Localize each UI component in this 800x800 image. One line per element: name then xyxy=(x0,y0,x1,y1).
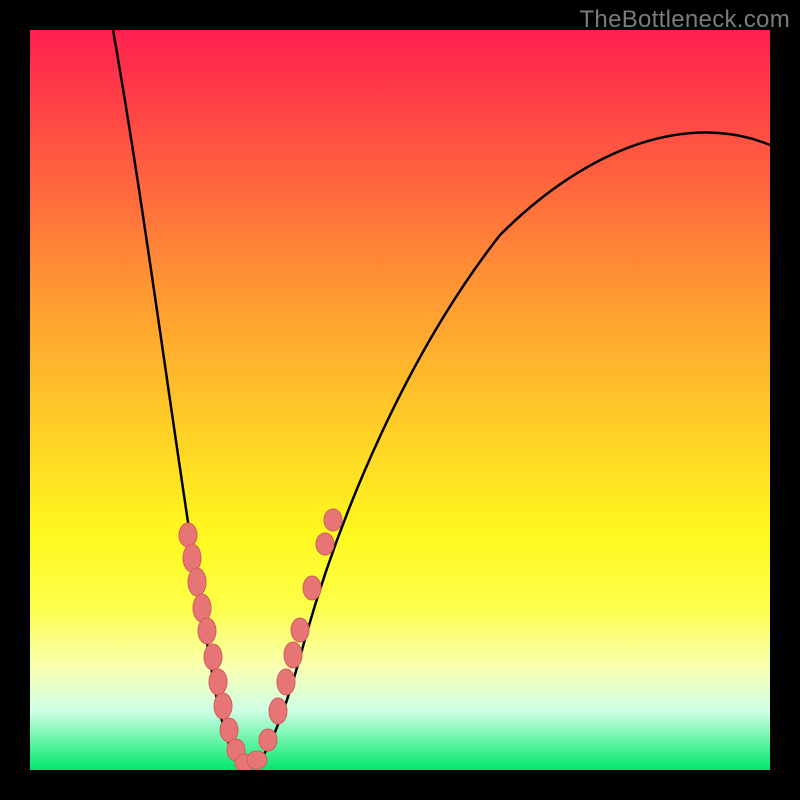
curve-marker xyxy=(316,533,334,555)
chart-svg xyxy=(30,30,770,770)
curve-marker xyxy=(269,698,287,724)
plot-area xyxy=(30,30,770,770)
curve-marker xyxy=(259,729,277,751)
curve-marker xyxy=(277,669,295,695)
curve-marker xyxy=(198,618,216,644)
curve-marker xyxy=(303,576,321,600)
curve-marker xyxy=(204,644,222,670)
curve-marker xyxy=(324,509,342,531)
marker-layer xyxy=(179,509,342,770)
curve-marker xyxy=(179,523,197,547)
curve-marker xyxy=(291,618,309,642)
curve-marker xyxy=(214,693,232,719)
curve-marker xyxy=(284,642,302,668)
curve-marker xyxy=(209,669,227,695)
curve-marker xyxy=(220,718,238,742)
curve-marker xyxy=(188,568,206,596)
watermark-text: TheBottleneck.com xyxy=(579,6,790,34)
curve-marker xyxy=(247,751,267,769)
